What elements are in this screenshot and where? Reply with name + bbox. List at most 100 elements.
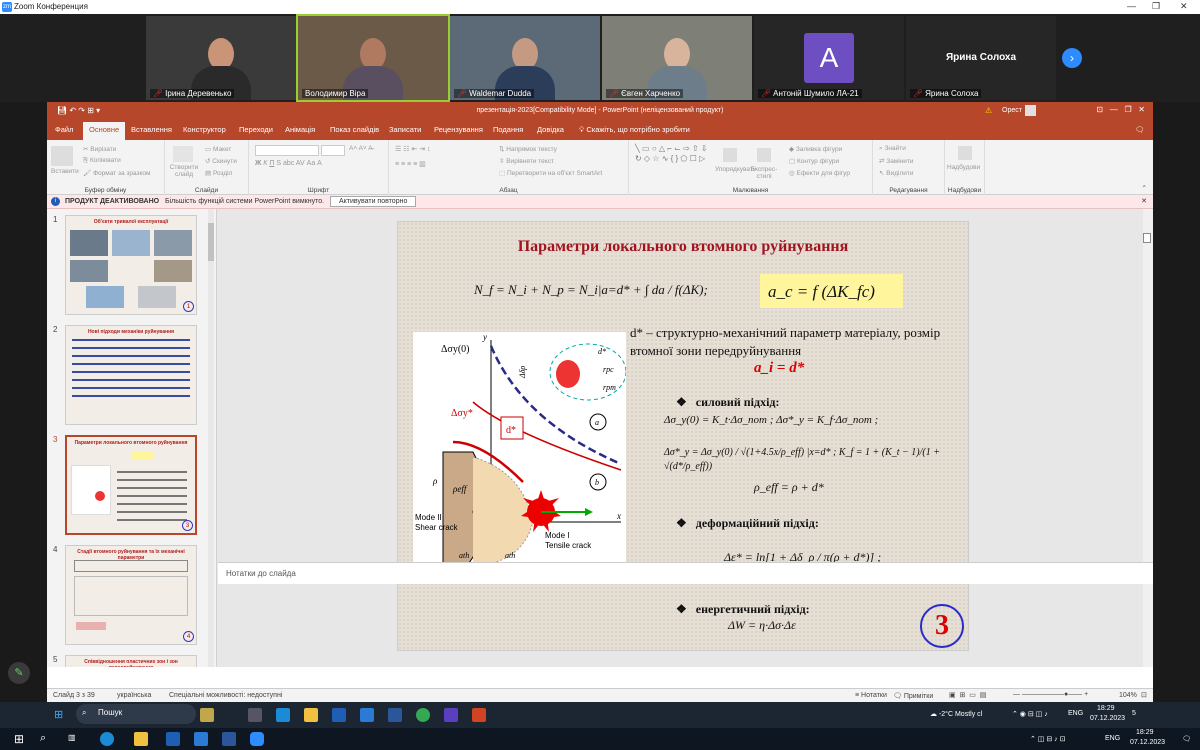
select-button[interactable]: ↖ Виділити xyxy=(879,169,914,177)
view-buttons[interactable]: ▣ ⊞ ▭ ▤ xyxy=(949,691,986,699)
align-text-button[interactable]: ⇳ Вирівняти текст xyxy=(499,157,554,165)
word-icon[interactable] xyxy=(388,708,402,722)
notification-count[interactable]: 5 xyxy=(1132,710,1136,717)
shape-fill-button[interactable]: ◆ Заливка фігури xyxy=(789,145,842,153)
avatar[interactable] xyxy=(1025,105,1036,116)
slide-thumbnail[interactable]: Об'єкти тривалої експлуатації 1 xyxy=(65,215,197,315)
text-direction-button[interactable]: ⇅ Напрямок тексту xyxy=(499,145,557,153)
section-button[interactable]: ▤ Розділ xyxy=(205,169,232,177)
tab-help[interactable]: Довідка xyxy=(537,125,564,134)
word-icon[interactable] xyxy=(222,732,236,746)
tab-design[interactable]: Конструктор xyxy=(183,125,226,134)
tab-record[interactable]: Записати xyxy=(389,125,421,134)
keyboard-language[interactable]: ENG xyxy=(1068,710,1083,717)
store-icon[interactable] xyxy=(166,732,180,746)
tab-view[interactable]: Подання xyxy=(493,125,523,134)
window-controls[interactable]: ⊡ — ❐ ✕ xyxy=(1096,105,1145,114)
reset-button[interactable]: ↺ Скинути xyxy=(205,157,237,165)
notifications-icon[interactable]: 🗨︎ xyxy=(1182,735,1191,743)
tray-icons[interactable]: ⌃ ◫ ⊟ ♪ ⊡ xyxy=(1030,735,1066,743)
slide-thumbnail[interactable]: Співвідношення пластичних зон і зон пере… xyxy=(65,655,197,667)
paste-button[interactable]: Вставити xyxy=(51,168,79,175)
tab-insert[interactable]: Вставлення xyxy=(131,125,172,134)
collapse-ribbon-icon[interactable]: ⌃ xyxy=(1142,184,1147,192)
participant-tile[interactable]: A 🎤︎ Антоній Шумило ЛА-21 xyxy=(754,16,904,100)
clock-date[interactable]: 07.12.2023 xyxy=(1130,739,1165,746)
shapes-gallery[interactable]: ╲ ▭ ○ △ ⌐ ⌙ ⇨ ⇧ ⇩ ↻ ◇ ☆ ∿ { } ⬠ ☐ ▷ xyxy=(635,144,709,164)
copy-button[interactable]: ⎘ Копіювати xyxy=(83,157,121,165)
widget-icon[interactable] xyxy=(200,708,214,722)
zoom-app-icon[interactable] xyxy=(250,732,264,746)
tab-slideshow[interactable]: Показ слайдів xyxy=(330,125,379,134)
reactivate-button[interactable]: Активувати повторно xyxy=(330,196,417,207)
tab-animations[interactable]: Анімація xyxy=(285,125,315,134)
new-slide-icon[interactable] xyxy=(173,146,193,162)
participant-tile[interactable]: 🎤︎ Ірина Деревенько xyxy=(146,16,296,100)
annotate-pen-icon[interactable]: ✎ xyxy=(8,662,30,684)
addins-button[interactable]: Надбудови xyxy=(947,164,980,171)
search-icon[interactable]: ⌕ xyxy=(40,732,46,745)
replace-button[interactable]: ⇄ Замінити xyxy=(879,157,914,165)
find-button[interactable]: ⌕ Знайти xyxy=(879,145,906,153)
store-icon[interactable] xyxy=(332,708,346,722)
slide-thumbnail[interactable]: Нові підходи механіки руйнування xyxy=(65,325,197,425)
next-page-button[interactable]: › xyxy=(1062,48,1082,68)
editor-scrollbar[interactable] xyxy=(1143,209,1153,667)
notes-toggle[interactable]: ≡ Нотатки xyxy=(855,692,887,699)
mail-icon[interactable] xyxy=(194,732,208,746)
shape-outline-button[interactable]: ▢ Контур фігури xyxy=(789,157,839,165)
slide-thumbnail[interactable]: Стадії втомного руйнування та їх механіч… xyxy=(65,545,197,645)
format-painter-button[interactable]: 🖌︎ Формат за зразком xyxy=(83,169,150,177)
font-style-buttons[interactable]: Ж К П S abc AV Аа A xyxy=(255,160,322,167)
smartart-button[interactable]: ⬚ Перетворити на об'єкт SmartArt xyxy=(499,169,602,177)
keyboard-language[interactable]: ENG xyxy=(1105,735,1120,742)
tray-icons[interactable]: ⌃ ◉ ⊟ ◫ ♪ xyxy=(1012,710,1048,718)
participant-tile[interactable]: 🎤︎ Євген Харченко xyxy=(602,16,752,100)
font-size-buttons[interactable]: A˄ A˅ A̶ xyxy=(349,145,373,152)
participant-tile[interactable]: 🎤︎ Waldemar Dudda xyxy=(450,16,600,100)
weather-widget[interactable]: ☁ -2°C Mostly cl xyxy=(930,710,982,718)
comments-toggle[interactable]: 🗨︎ Примітки xyxy=(893,692,933,700)
windows-start-icon[interactable]: ⊞ xyxy=(14,732,24,746)
folder-icon[interactable] xyxy=(134,732,148,746)
quick-styles-icon[interactable] xyxy=(757,148,771,162)
addins-icon[interactable] xyxy=(958,146,972,160)
participant-tile-active-speaker[interactable]: Володимир Віра xyxy=(296,14,450,102)
tell-me-search[interactable]: 💡︎ Скажіть, що потрібно зробити xyxy=(579,125,690,135)
zoom-slider[interactable]: — ——————●—— + xyxy=(1013,691,1088,698)
tab-file[interactable]: Файл xyxy=(55,125,73,134)
maximize-icon[interactable]: ❐ xyxy=(1152,1,1160,12)
thumbnail-scrollbar[interactable] xyxy=(208,209,214,667)
arrange-icon[interactable] xyxy=(723,148,737,162)
close-icon[interactable]: ✕ xyxy=(1141,197,1147,205)
paste-icon[interactable] xyxy=(51,146,73,166)
language-indicator[interactable]: українська xyxy=(117,692,151,699)
participant-tile[interactable]: Ярина Солоха 🎤︎ Ярина Солоха xyxy=(906,16,1056,100)
search-box[interactable]: Пошук xyxy=(76,704,196,724)
clock-date[interactable]: 07.12.2023 xyxy=(1090,715,1125,722)
task-view-icon[interactable]: ▥ xyxy=(68,733,76,742)
slide-thumbnails-pane[interactable]: 1 Об'єкти тривалої експлуатації 1 2 Нові… xyxy=(47,209,217,667)
fit-slide-icon[interactable]: ⊡ xyxy=(1141,691,1147,699)
font-name-dropdown[interactable] xyxy=(255,145,319,156)
new-slide-button[interactable]: Створити слайд xyxy=(169,164,199,178)
mail-icon[interactable] xyxy=(360,708,374,722)
layout-button[interactable]: ▭ Макет xyxy=(205,145,231,153)
cut-button[interactable]: ✂ Вирізати xyxy=(83,145,116,153)
chrome-icon[interactable] xyxy=(416,708,430,722)
tab-transitions[interactable]: Переходи xyxy=(239,125,273,134)
folder-icon[interactable] xyxy=(304,708,318,722)
edge-icon[interactable] xyxy=(276,708,290,722)
powerpoint-icon[interactable] xyxy=(472,708,486,722)
zoom-level[interactable]: 104% xyxy=(1119,692,1137,699)
user-name[interactable]: Орест xyxy=(1002,107,1022,114)
minimize-icon[interactable]: — xyxy=(1127,1,1136,11)
comments-icon[interactable]: 🗨︎ xyxy=(1135,125,1145,134)
slide-canvas[interactable]: Параметри локального втомного руйнування… xyxy=(397,221,969,651)
edge-icon[interactable] xyxy=(100,732,114,746)
quick-styles-button[interactable]: Експрес-стилі xyxy=(747,166,781,180)
task-view-icon[interactable] xyxy=(248,708,262,722)
font-size-dropdown[interactable] xyxy=(321,145,345,156)
tab-home[interactable]: Основне xyxy=(83,122,126,140)
clock-time[interactable]: 18:29 xyxy=(1097,705,1115,712)
